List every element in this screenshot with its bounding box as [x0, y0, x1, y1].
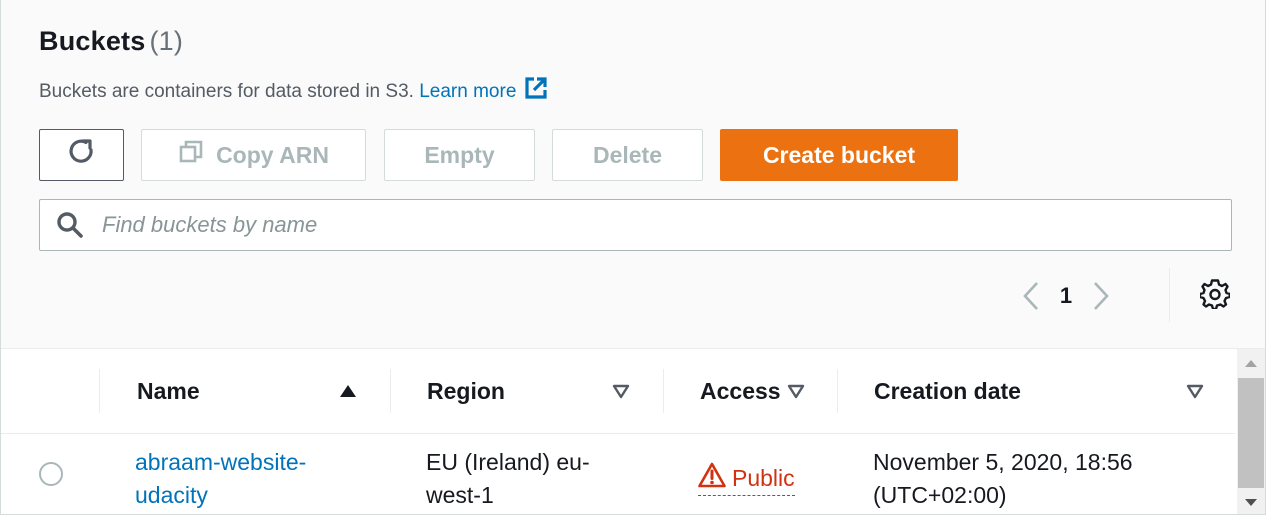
creation-date-cell: November 5, 2020, 18:56 (UTC+02:00)	[873, 446, 1133, 512]
creation-date-line1: November 5, 2020, 18:56	[873, 449, 1133, 475]
access-label: Public	[732, 464, 795, 491]
table-header: Name Region Access Creation date	[1, 349, 1235, 434]
column-header-creation-date[interactable]: Creation date	[874, 349, 1021, 433]
next-page-button[interactable]	[1081, 280, 1121, 312]
scroll-down-arrow-icon	[1245, 499, 1257, 506]
bucket-name-line2: udacity	[135, 482, 208, 508]
delete-button[interactable]: Delete	[552, 129, 703, 181]
create-bucket-button[interactable]: Create bucket	[720, 129, 958, 181]
copy-arn-button[interactable]: Copy ARN	[141, 129, 366, 181]
bucket-name-line1: abraam-website-	[135, 449, 307, 475]
header-description: Buckets are containers for data stored i…	[39, 77, 548, 107]
sort-ascending-icon[interactable]	[338, 349, 358, 433]
buckets-panel: Buckets (1) Buckets are containers for da…	[0, 0, 1266, 515]
column-separator	[390, 369, 391, 413]
scroll-up-button[interactable]	[1237, 349, 1265, 377]
sort-icon[interactable]	[1185, 349, 1205, 433]
external-link-icon	[524, 76, 548, 106]
empty-button[interactable]: Empty	[384, 129, 535, 181]
column-header-label: Region	[427, 377, 505, 404]
page-title: Buckets (1)	[39, 26, 183, 57]
chevron-left-icon	[1023, 282, 1038, 310]
copy-icon	[178, 139, 204, 171]
column-header-region[interactable]: Region	[427, 349, 505, 433]
bucket-name-cell: abraam-website-udacity	[135, 446, 306, 512]
column-header-label: Access	[700, 377, 781, 404]
region-cell: EU (Ireland) eu-west-1	[426, 446, 590, 512]
region-line1: EU (Ireland) eu-	[426, 449, 590, 475]
table-scrollbar[interactable]	[1237, 349, 1265, 514]
page-number[interactable]: 1	[1051, 283, 1081, 309]
buckets-header: Buckets (1) Buckets are containers for da…	[1, 0, 1265, 349]
pagination: 1	[1011, 276, 1121, 316]
search-box[interactable]	[39, 199, 1232, 251]
column-header-label: Name	[137, 377, 200, 404]
column-header-name[interactable]: Name	[137, 349, 200, 433]
access-status-badge[interactable]: Public	[698, 462, 795, 496]
scroll-up-arrow-icon	[1245, 360, 1257, 367]
search-icon	[40, 211, 100, 239]
refresh-icon	[67, 137, 97, 173]
search-input[interactable]	[100, 199, 1231, 251]
bucket-name-link[interactable]: abraam-website-udacity	[135, 449, 306, 508]
copy-arn-label: Copy ARN	[216, 141, 329, 168]
region-line2: west-1	[426, 482, 494, 508]
column-separator	[663, 369, 664, 413]
scroll-down-button[interactable]	[1237, 489, 1265, 514]
learn-more-link[interactable]: Learn more	[419, 77, 548, 103]
sort-icon[interactable]	[611, 349, 631, 433]
previous-page-button[interactable]	[1011, 280, 1051, 312]
table-row[interactable]: abraam-website-udacity EU (Ireland) eu-w…	[1, 434, 1235, 514]
creation-date-line2: (UTC+02:00)	[873, 482, 1007, 508]
chevron-right-icon	[1094, 282, 1109, 310]
scroll-thumb[interactable]	[1238, 378, 1264, 488]
learn-more-label: Learn more	[419, 81, 517, 103]
bucket-count: (1)	[149, 26, 184, 56]
empty-label: Empty	[424, 141, 495, 168]
sort-icon[interactable]	[786, 349, 806, 433]
warning-icon	[698, 462, 726, 493]
column-separator	[99, 369, 100, 413]
refresh-button[interactable]	[39, 129, 124, 181]
title-text: Buckets	[39, 26, 146, 56]
column-header-label: Creation date	[874, 377, 1021, 404]
delete-label: Delete	[592, 141, 663, 168]
create-bucket-label: Create bucket	[762, 141, 916, 168]
row-select-radio[interactable]	[39, 462, 63, 486]
gear-icon	[1198, 278, 1232, 314]
description-text: Buckets are containers for data stored i…	[39, 81, 414, 103]
settings-button[interactable]	[1198, 278, 1232, 314]
pager-divider	[1169, 268, 1170, 322]
column-separator	[837, 369, 838, 413]
column-header-access[interactable]: Access	[700, 349, 781, 433]
